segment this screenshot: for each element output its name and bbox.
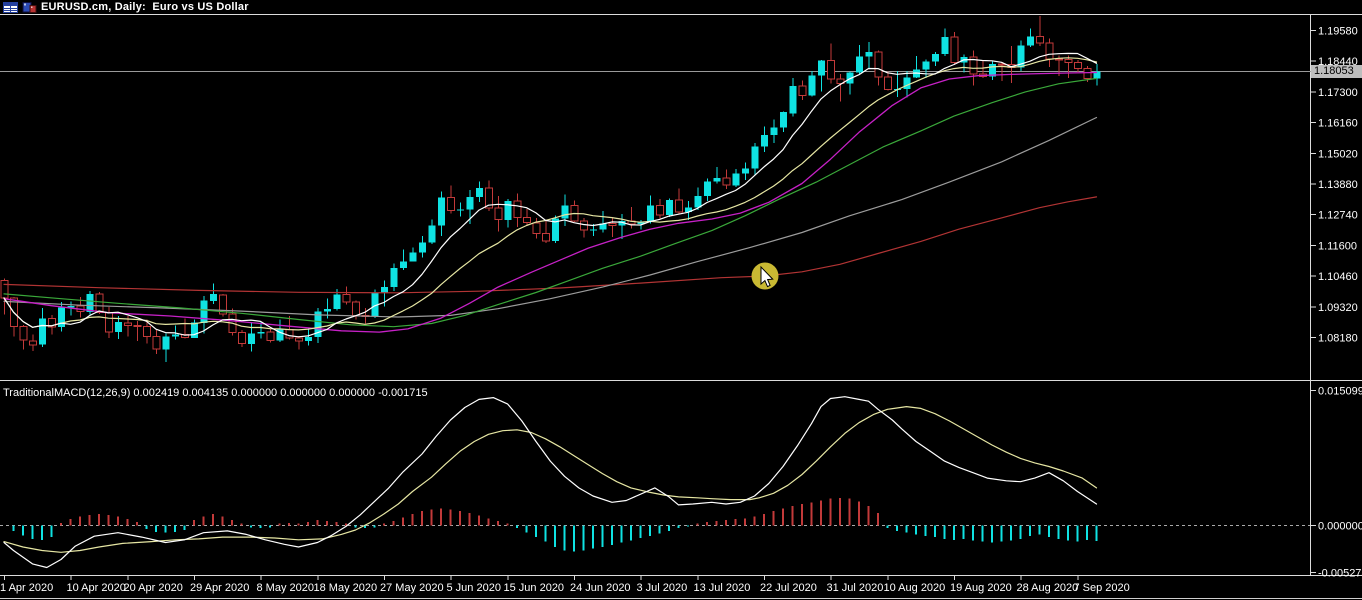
candle-body <box>827 59 835 80</box>
candle-body <box>447 197 455 211</box>
ma-line-white <box>3 52 1098 338</box>
candle-body <box>580 220 588 231</box>
candle-body <box>419 242 426 253</box>
ma-line-red <box>3 196 1098 294</box>
candle-body <box>675 199 683 213</box>
candle-body <box>257 331 265 334</box>
macd-signal-line <box>3 406 1098 553</box>
candle-body <box>457 209 464 211</box>
candle-body <box>1064 59 1073 64</box>
macd-main-line <box>3 396 1098 569</box>
candle-body <box>561 205 569 219</box>
candle-body <box>922 61 930 70</box>
candle-body <box>504 201 512 220</box>
candle-body <box>162 336 170 350</box>
window-grid-icon[interactable] <box>3 1 18 13</box>
mt4-chart-window: EURUSD.cm, Daily: Euro vs US Dollar 1.19… <box>0 0 1362 600</box>
candle-body <box>865 52 873 57</box>
candle-body <box>742 168 749 174</box>
window-chart-icon[interactable] <box>22 1 37 13</box>
date-axis-drag-area[interactable] <box>0 576 1310 596</box>
candle-body <box>1045 42 1054 60</box>
candle-body <box>532 222 541 234</box>
candle-body <box>409 252 417 262</box>
candle-body <box>1083 68 1092 80</box>
price-axis-drag-area[interactable] <box>1311 15 1362 575</box>
candle-body <box>115 322 122 332</box>
candle-body <box>400 261 407 269</box>
candle-body <box>704 181 711 196</box>
candle-body <box>105 312 113 333</box>
candle-body <box>789 85 797 114</box>
candle-body <box>39 318 46 345</box>
candle-body <box>172 334 179 337</box>
candle-body <box>780 111 787 128</box>
candle-body <box>143 326 151 337</box>
candle-body <box>86 293 94 312</box>
candle-body <box>466 196 474 210</box>
candle-body <box>932 53 939 62</box>
candle-body <box>818 60 825 76</box>
candle-body <box>324 308 331 312</box>
candle-body <box>210 293 217 301</box>
current-price-badge: 1.18053 <box>1311 65 1362 78</box>
candle-body <box>513 200 522 218</box>
macd-pane <box>0 396 1310 569</box>
candle-body <box>133 325 142 328</box>
ma-line-magenta <box>3 71 1098 333</box>
candle-body <box>248 333 255 344</box>
candle-body <box>438 197 445 226</box>
candle-body <box>656 205 664 216</box>
macd-indicator-label: TraditionalMACD(12,26,9) 0.002419 0.0041… <box>3 387 428 399</box>
candle-body <box>590 229 597 231</box>
candle-body <box>200 300 208 323</box>
candle-body <box>647 205 654 222</box>
candle-body <box>476 188 483 197</box>
candle-body <box>770 127 778 135</box>
candle-body <box>722 177 731 186</box>
candle-body <box>238 331 246 345</box>
cursor-layer <box>751 262 779 290</box>
candle-body <box>390 267 398 287</box>
candle-body <box>29 340 37 346</box>
candle-body <box>124 322 132 326</box>
candle-body <box>494 207 503 221</box>
candle-body <box>608 222 617 226</box>
candle-body <box>950 36 959 64</box>
candle-body <box>95 293 104 313</box>
candle-body <box>295 337 303 342</box>
chart-title: EURUSD.cm, Daily: Euro vs US Dollar <box>41 1 249 13</box>
candle-body <box>1027 36 1034 46</box>
candle-body <box>333 294 341 309</box>
main-chart-pane <box>0 3 1102 363</box>
candle-body <box>542 232 550 242</box>
candle-body <box>798 85 807 97</box>
candle-body <box>856 56 863 73</box>
chart-canvas[interactable]: 1.195801.184401.173001.161601.150201.138… <box>0 0 1362 600</box>
candle-body <box>523 216 531 224</box>
candle-body <box>305 336 312 342</box>
candle-body <box>751 146 759 169</box>
candle-body <box>903 77 911 90</box>
candle-body <box>874 51 883 78</box>
candle-body <box>941 37 949 54</box>
candle-body <box>352 301 360 316</box>
candle-body <box>0 279 9 299</box>
candle-body <box>266 331 275 341</box>
candle-body <box>191 322 198 338</box>
candle-body <box>808 75 816 96</box>
chart-titlebar[interactable]: EURUSD.cm, Daily: Euro vs US Dollar <box>0 0 1362 14</box>
candle-body <box>732 173 740 186</box>
candle-body <box>666 200 673 215</box>
candle-body <box>1036 35 1044 44</box>
candle-body <box>342 294 351 303</box>
candle-body <box>713 178 721 182</box>
candle-body <box>19 326 28 341</box>
candle-body <box>67 305 75 308</box>
candle-body <box>1074 62 1082 70</box>
candle-body <box>884 76 892 91</box>
candle-body <box>428 225 436 243</box>
candle-body <box>761 134 768 147</box>
candle-body <box>152 336 161 350</box>
